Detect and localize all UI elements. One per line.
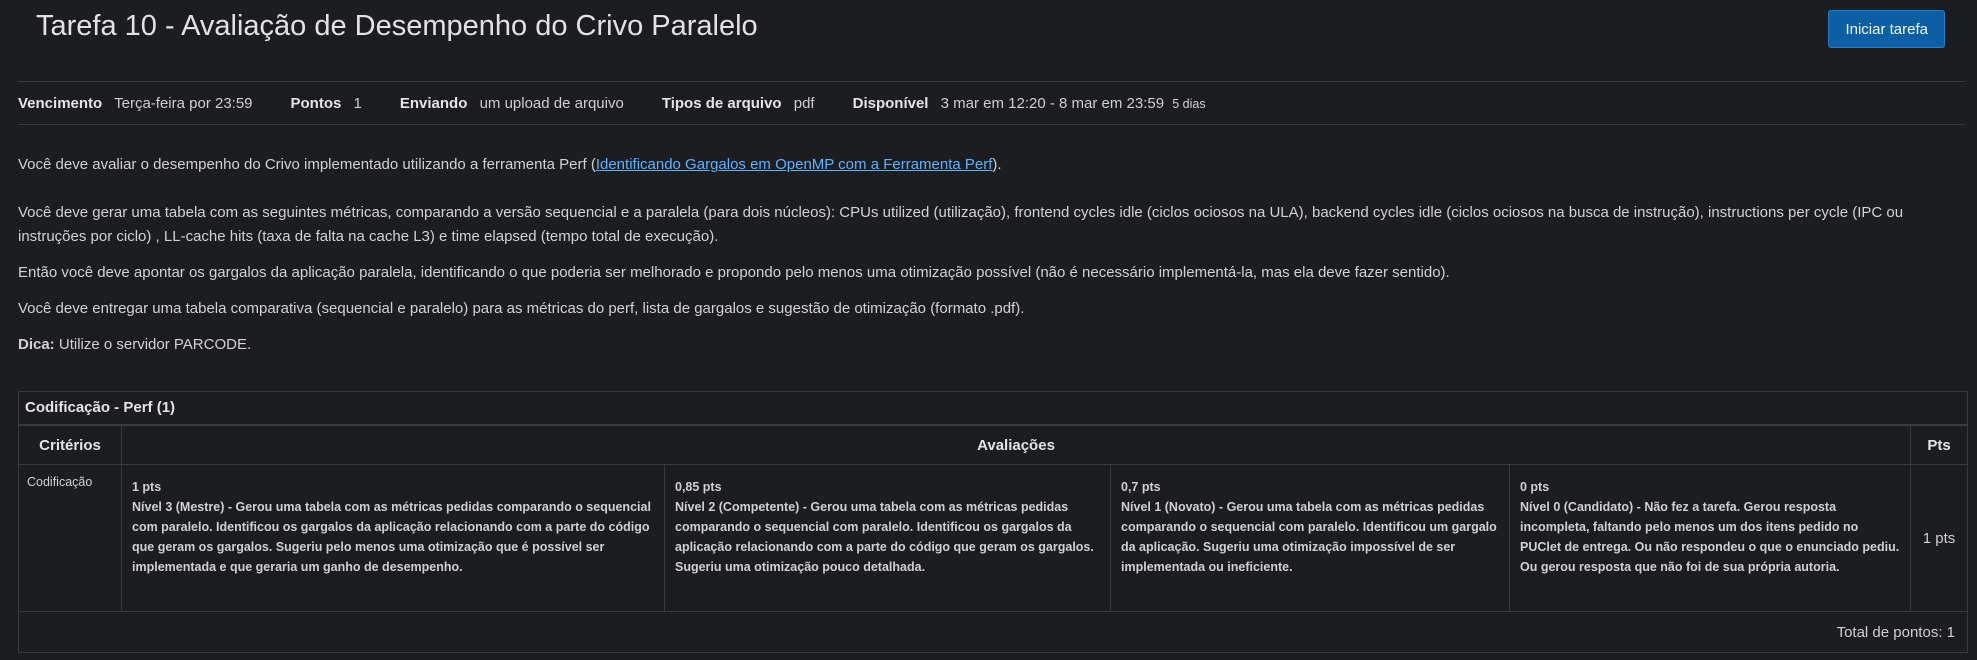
points: Pontos 1 <box>291 95 362 112</box>
rating-level-0: 0 pts Nível 0 (Candidato) - Não fez a ta… <box>1509 464 1911 612</box>
tip-paragraph: Dica: Utilize o servidor PARCODE. <box>18 333 1963 357</box>
rubric-table: Critérios Avaliações Pts Codificação 1 p… <box>19 425 1967 652</box>
submitting-value: um upload de arquivo <box>479 94 624 112</box>
description-paragraph-4: Você deve entregar uma tabela comparativ… <box>18 300 1025 317</box>
available-label: Disponível <box>852 94 929 112</box>
rating-points: 0,85 pts <box>675 480 722 494</box>
points-header: Pts <box>1910 425 1967 465</box>
rating-level-1: 0,7 pts Nível 1 (Novato) - Gerou uma tab… <box>1110 464 1510 612</box>
due-value: Terça-feira por 23:59 <box>114 94 253 112</box>
rating-level-2: 0,85 pts Nível 2 (Competente) - Gerou um… <box>664 464 1111 612</box>
available-days: 5 dias <box>1172 96 1206 111</box>
rating-points: 1 pts <box>132 480 162 494</box>
criteria-header: Critérios <box>19 425 122 465</box>
description-text: Você deve avaliar o desempenho do Crivo … <box>18 156 596 173</box>
due-label: Vencimento <box>18 94 103 112</box>
description-paragraph-2: Você deve gerar uma tabela com as seguin… <box>18 204 1904 245</box>
assignment-details: Vencimento Terça-feira por 23:59 Pontos … <box>18 81 1965 125</box>
rubric: Codificação - Perf (1) Critérios Avaliaç… <box>18 391 1968 653</box>
total-row: Total de pontos: 1 <box>19 611 1967 652</box>
rating-description: Nível 0 (Candidato) - Não fez a tarefa. … <box>1520 500 1900 574</box>
description-text: ). <box>992 156 1002 173</box>
tip-label: Dica: <box>18 336 55 353</box>
rating-points: 0 pts <box>1520 480 1550 494</box>
page-title: Tarefa 10 - Avaliação de Desempenho do C… <box>36 10 758 42</box>
points-value: 1 <box>353 94 362 112</box>
assignment-description: Você deve avaliar o desempenho do Crivo … <box>18 153 1963 369</box>
criterion-name: Codificação <box>19 464 122 612</box>
rating-points: 0,7 pts <box>1121 480 1161 494</box>
due-date: Vencimento Terça-feira por 23:59 <box>18 95 253 112</box>
ratings-header: Avaliações <box>121 425 1911 465</box>
submitting-label: Enviando <box>399 94 468 112</box>
tip-text: Utilize o servidor PARCODE. <box>54 336 252 353</box>
table-row: Codificação 1 pts Nível 3 (Mestre) - Ger… <box>19 464 1967 612</box>
rating-description: Nível 1 (Novato) - Gerou uma tabela com … <box>1121 500 1497 574</box>
criterion-points: 1 pts <box>1910 464 1967 612</box>
available-value: 3 mar em 12:20 - 8 mar em 23:59 <box>940 94 1165 112</box>
description-paragraph-3: Então você deve apontar os gargalos da a… <box>18 264 1450 281</box>
rating-description: Nível 3 (Mestre) - Gerou uma tabela com … <box>132 500 651 574</box>
start-assignment-button[interactable]: Iniciar tarefa <box>1828 10 1945 48</box>
file-types-label: Tipos de arquivo <box>661 94 782 112</box>
rubric-title: Codificação - Perf (1) <box>19 392 1967 425</box>
page-header: Tarefa 10 - Avaliação de Desempenho do C… <box>18 0 1959 70</box>
file-types-value: pdf <box>793 94 815 112</box>
submitting: Enviando um upload de arquivo <box>400 95 624 112</box>
file-types: Tipos de arquivo pdf <box>662 95 815 112</box>
availability: Disponível 3 mar em 12:20 - 8 mar em 23:… <box>853 95 1206 112</box>
perf-guide-link[interactable]: Identificando Gargalos em OpenMP com a F… <box>596 156 993 173</box>
rating-description: Nível 2 (Competente) - Gerou uma tabela … <box>675 500 1094 574</box>
total-points: Total de pontos: 1 <box>19 611 1967 652</box>
description-paragraph-1: Você deve avaliar o desempenho do Crivo … <box>18 153 1963 177</box>
points-label: Pontos <box>290 94 342 112</box>
rating-level-3: 1 pts Nível 3 (Mestre) - Gerou uma tabel… <box>121 464 665 612</box>
